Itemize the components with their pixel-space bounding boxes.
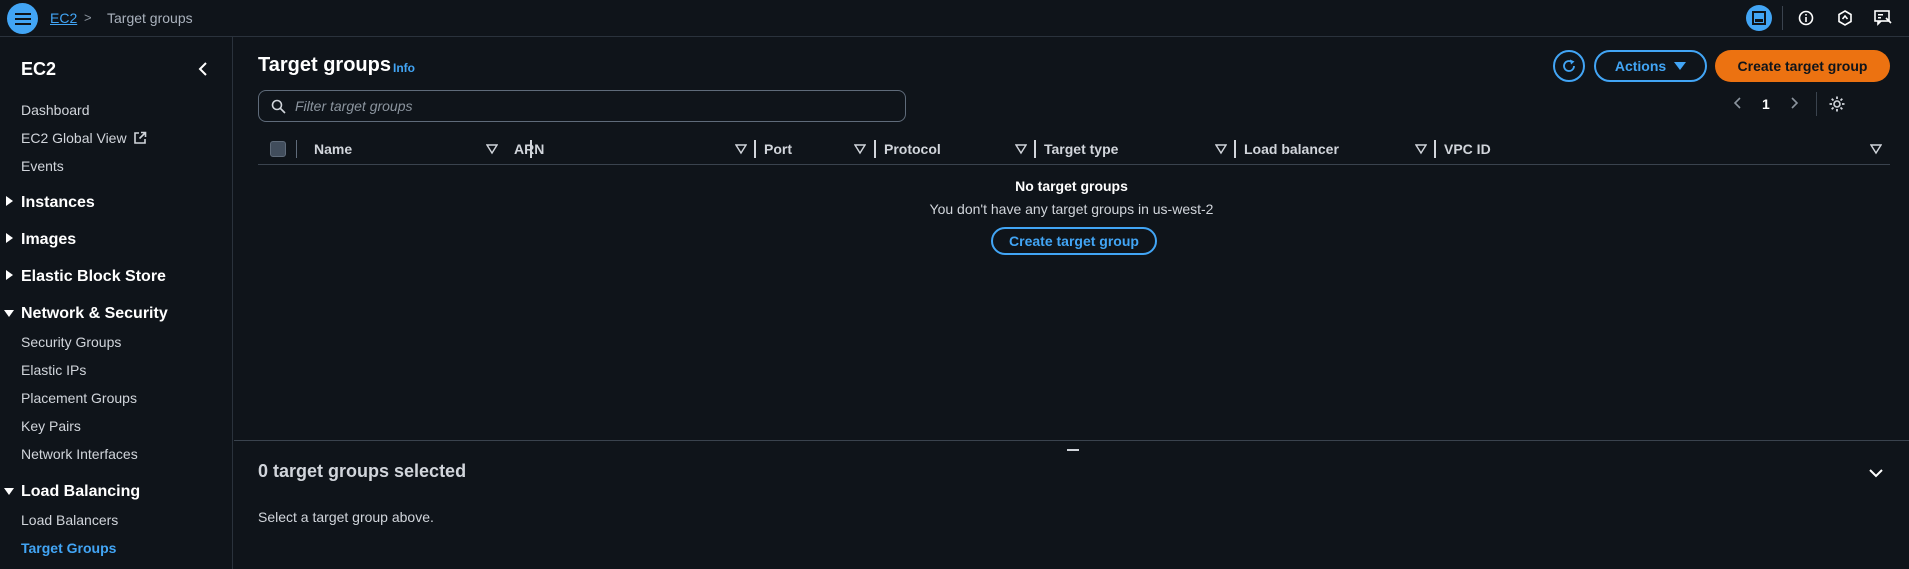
- sidebar-item-load-balancers[interactable]: Load Balancers: [21, 512, 118, 528]
- sort-icon[interactable]: [1870, 143, 1882, 155]
- menu-icon[interactable]: [7, 3, 38, 34]
- sidebar-item-placement-groups[interactable]: Placement Groups: [21, 390, 137, 406]
- select-all-checkbox[interactable]: [270, 141, 286, 157]
- sidebar-item-elastic-ips[interactable]: Elastic IPs: [21, 362, 86, 378]
- resize-handle[interactable]: [1067, 449, 1079, 451]
- sort-icon[interactable]: [1215, 143, 1227, 155]
- external-link-icon: [134, 131, 147, 144]
- pagination-divider: [1816, 92, 1817, 116]
- page-number[interactable]: 1: [1762, 96, 1770, 112]
- caret-right-icon[interactable]: [4, 196, 14, 206]
- sidebar-item-dashboard[interactable]: Dashboard: [21, 102, 90, 118]
- column-header-arn[interactable]: ARN: [514, 141, 544, 157]
- chevron-left-icon[interactable]: [196, 61, 212, 77]
- breadcrumb-current: Target groups: [107, 10, 193, 26]
- sidebar-title: EC2: [21, 59, 57, 79]
- breadcrumb-separator: >: [84, 10, 92, 25]
- search-icon: [271, 99, 286, 114]
- sort-icon[interactable]: [1415, 143, 1427, 155]
- column-header-vpc-id[interactable]: VPC ID: [1434, 141, 1491, 157]
- feedback-icon[interactable]: [1870, 5, 1896, 31]
- chevron-left-icon[interactable]: [1731, 96, 1745, 110]
- caret-right-icon[interactable]: [4, 233, 14, 243]
- caret-down-icon[interactable]: [4, 486, 14, 496]
- filter-input[interactable]: [295, 91, 895, 121]
- empty-create-target-group-button[interactable]: Create target group: [991, 227, 1157, 255]
- table-header: Name ARN Port Protocol Target type Load …: [258, 137, 1890, 165]
- sidebar-item-global-view[interactable]: EC2 Global View: [21, 130, 147, 146]
- chevron-right-icon[interactable]: [1787, 96, 1801, 110]
- split-panel: 0 target groups selected Select a target…: [234, 440, 1909, 569]
- page-title: Target groups: [258, 54, 391, 76]
- gear-icon[interactable]: [1828, 95, 1846, 113]
- caret-down-icon: [1674, 62, 1687, 70]
- refresh-button[interactable]: [1553, 50, 1585, 82]
- column-header-load-balancer[interactable]: Load balancer: [1234, 141, 1339, 157]
- main-content: Target groups Info Actions Create target…: [234, 37, 1909, 569]
- column-header-target-type[interactable]: Target type: [1034, 141, 1118, 157]
- split-panel-title: 0 target groups selected: [258, 461, 467, 481]
- sidebar-section-load-balancing[interactable]: Load Balancing: [21, 483, 140, 501]
- sidebar-section-network-security[interactable]: Network & Security: [21, 305, 168, 323]
- empty-state-description: You don't have any target groups in us-w…: [929, 201, 1214, 217]
- sidebar-item-label: EC2 Global View: [21, 130, 127, 146]
- column-divider: [296, 140, 297, 158]
- column-header-protocol[interactable]: Protocol: [884, 141, 941, 157]
- hamburger-glyph: [14, 12, 31, 25]
- empty-state-title: No target groups: [1015, 178, 1128, 194]
- create-target-group-button[interactable]: Create target group: [1715, 50, 1890, 82]
- caret-right-icon[interactable]: [4, 270, 14, 280]
- sidebar-section-instances[interactable]: Instances: [21, 194, 95, 212]
- sidebar-item-target-groups[interactable]: Target Groups: [21, 540, 116, 556]
- assistant-hexagon-icon[interactable]: [1832, 5, 1858, 31]
- column-header-name[interactable]: Name: [314, 141, 352, 157]
- column-divider: [754, 140, 756, 158]
- sidebar-item-events[interactable]: Events: [21, 158, 64, 174]
- sidebar-item-security-groups[interactable]: Security Groups: [21, 334, 121, 350]
- split-panel-toggle-icon[interactable]: [1746, 5, 1772, 31]
- actions-label: Actions: [1614, 58, 1667, 74]
- sidebar-section-ebs[interactable]: Elastic Block Store: [21, 268, 166, 286]
- sort-icon[interactable]: [1015, 143, 1027, 155]
- info-icon[interactable]: [1793, 5, 1819, 31]
- column-header-port[interactable]: Port: [764, 141, 792, 157]
- chevron-down-icon[interactable]: [1868, 465, 1884, 481]
- sort-icon[interactable]: [854, 143, 866, 155]
- sort-icon[interactable]: [486, 143, 498, 155]
- caret-down-icon[interactable]: [4, 308, 14, 318]
- sort-icon[interactable]: [735, 143, 747, 155]
- top-divider: [1782, 6, 1783, 30]
- actions-button[interactable]: Actions: [1594, 50, 1707, 82]
- sidebar-item-network-interfaces[interactable]: Network Interfaces: [21, 446, 138, 462]
- column-divider: [874, 140, 876, 158]
- filter-field: [258, 90, 906, 122]
- info-link[interactable]: Info: [393, 61, 415, 75]
- split-panel-description: Select a target group above.: [258, 509, 434, 525]
- sidebar-section-images[interactable]: Images: [21, 231, 76, 249]
- refresh-icon: [1563, 59, 1575, 72]
- top-navigation-bar: EC2 > Target groups: [0, 0, 1909, 37]
- sidebar-item-key-pairs[interactable]: Key Pairs: [21, 418, 81, 434]
- breadcrumb-ec2-link[interactable]: EC2: [50, 10, 77, 26]
- sidebar: EC2 Dashboard EC2 Global View Events Ins…: [0, 37, 233, 569]
